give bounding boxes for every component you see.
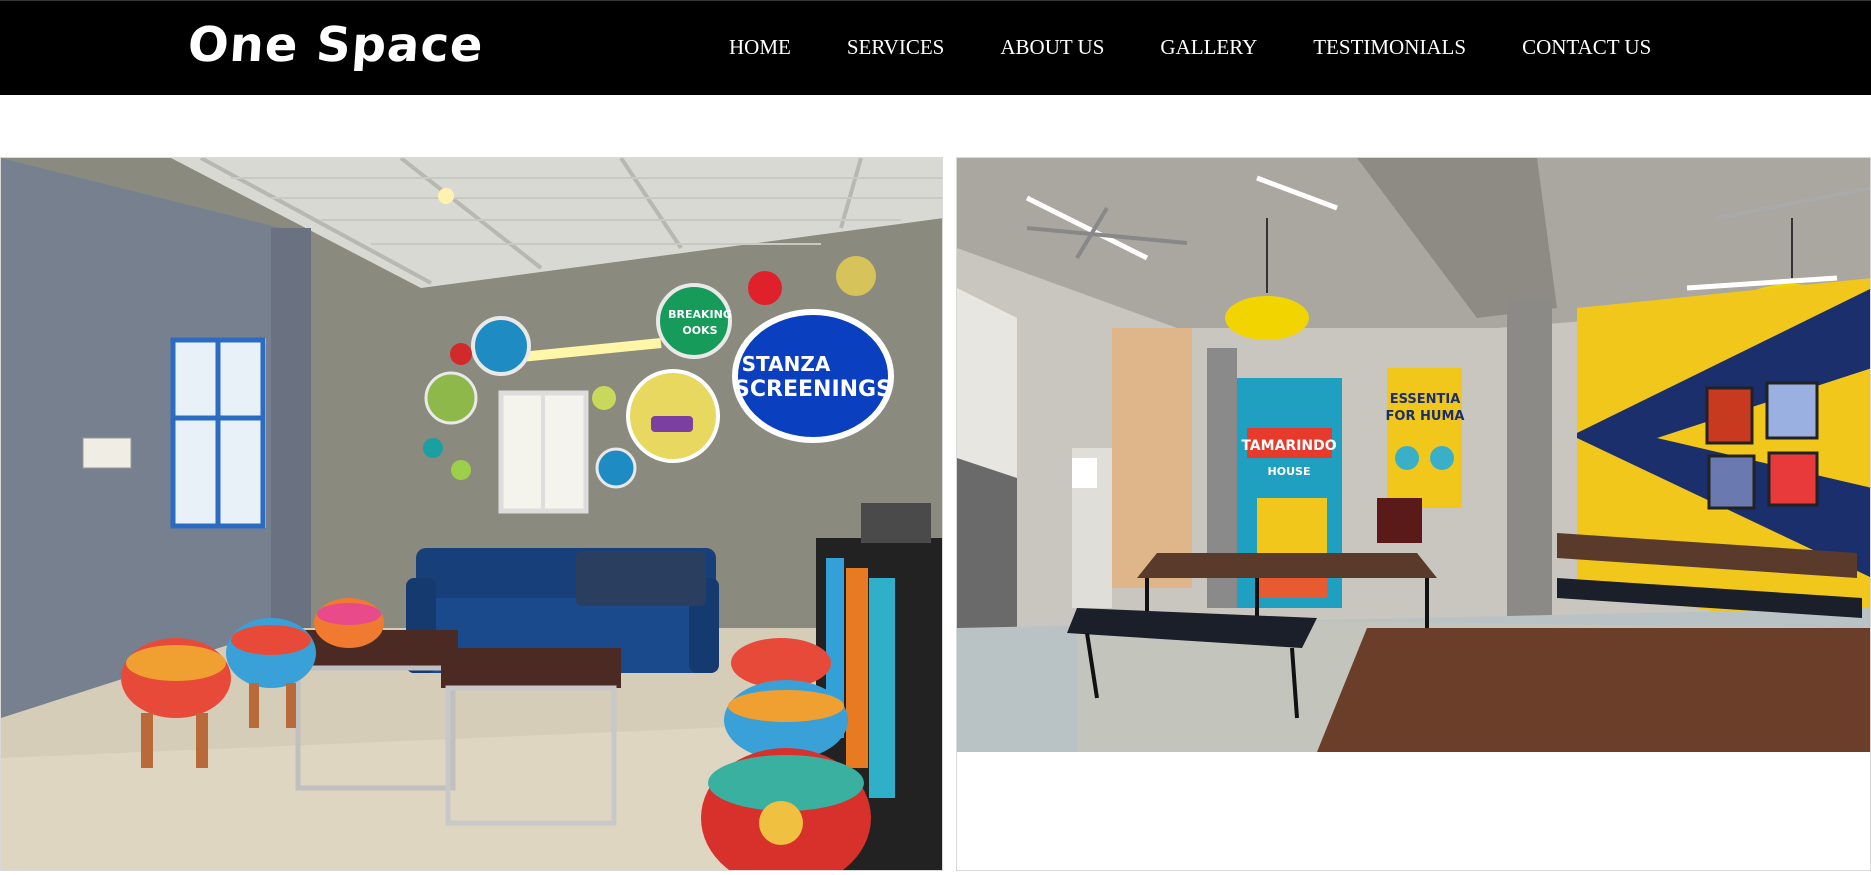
nav-home[interactable]: HOME bbox=[729, 35, 791, 60]
sign-books: OOKS bbox=[682, 324, 717, 337]
sign-house: HOUSE bbox=[1268, 465, 1311, 478]
dining-image: TAMARINDO HOUSE ESSENTIA FOR HUMA bbox=[957, 158, 1870, 870]
nav-services[interactable]: SERVICES bbox=[847, 35, 945, 60]
nav-contact-us[interactable]: CONTACT US bbox=[1522, 35, 1651, 60]
lounge-image: BREAKING OOKS STANZA SCREENINGS bbox=[1, 158, 942, 870]
nav-testimonials[interactable]: TESTIMONIALS bbox=[1313, 35, 1466, 60]
sign-stanza: STANZA bbox=[742, 352, 831, 376]
nav-about-us[interactable]: ABOUT US bbox=[1000, 35, 1104, 60]
sign-for-human: FOR HUMA bbox=[1386, 409, 1465, 424]
site-logo[interactable]: One Space bbox=[186, 17, 485, 73]
sign-essential: ESSENTIA bbox=[1390, 392, 1461, 407]
gallery-photo-dining: TAMARINDO HOUSE ESSENTIA FOR HUMA bbox=[956, 157, 1871, 871]
navbar: One Space HOME SERVICES ABOUT US GALLERY… bbox=[0, 0, 1871, 95]
sign-screenings: SCREENINGS bbox=[734, 377, 892, 402]
main-nav: HOME SERVICES ABOUT US GALLERY TESTIMONI… bbox=[729, 35, 1651, 60]
nav-gallery[interactable]: GALLERY bbox=[1160, 35, 1257, 60]
gallery-photo-lounge: BREAKING OOKS STANZA SCREENINGS bbox=[0, 157, 943, 871]
sign-breaking: BREAKING bbox=[668, 308, 732, 321]
sign-tamarindo: TAMARINDO bbox=[1241, 438, 1336, 454]
